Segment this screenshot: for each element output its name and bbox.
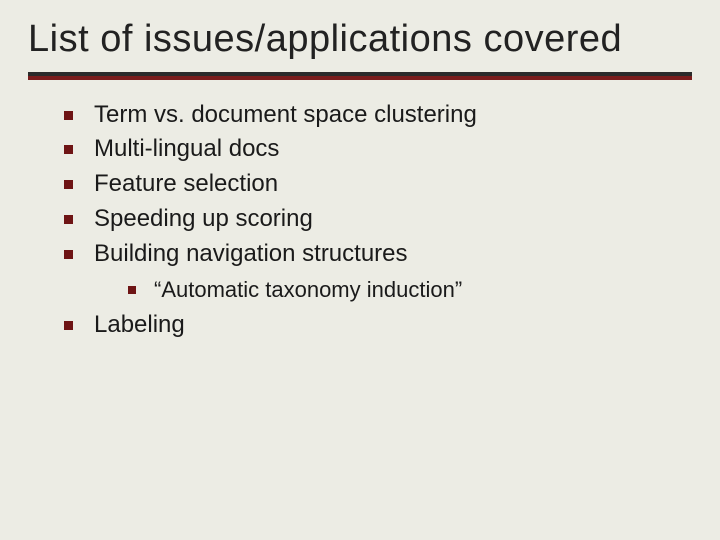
list-item: Feature selection <box>64 167 692 202</box>
list-item: Multi-lingual docs <box>64 132 692 167</box>
list-item: Building navigation structures “Automati… <box>64 237 692 306</box>
bullet-text: Feature selection <box>94 170 278 197</box>
sub-bullet-list: “Automatic taxonomy induction” <box>94 274 692 306</box>
bullet-text: Multi-lingual docs <box>94 135 279 162</box>
bullet-text: “Automatic taxonomy induction” <box>154 277 462 302</box>
title-rule <box>28 72 692 80</box>
bullet-text: Building navigation structures <box>94 240 408 267</box>
bullet-text: Speeding up scoring <box>94 205 313 232</box>
list-item: Speeding up scoring <box>64 202 692 237</box>
list-item: Labeling <box>64 308 692 343</box>
slide-title: List of issues/applications covered <box>28 18 692 62</box>
bullet-text: Term vs. document space clustering <box>94 101 477 128</box>
bullet-list: Term vs. document space clustering Multi… <box>28 98 692 343</box>
slide: List of issues/applications covered Term… <box>0 0 720 342</box>
rule-red <box>28 76 692 80</box>
bullet-text: Labeling <box>94 311 185 338</box>
list-item: “Automatic taxonomy induction” <box>128 274 692 306</box>
list-item: Term vs. document space clustering <box>64 98 692 133</box>
